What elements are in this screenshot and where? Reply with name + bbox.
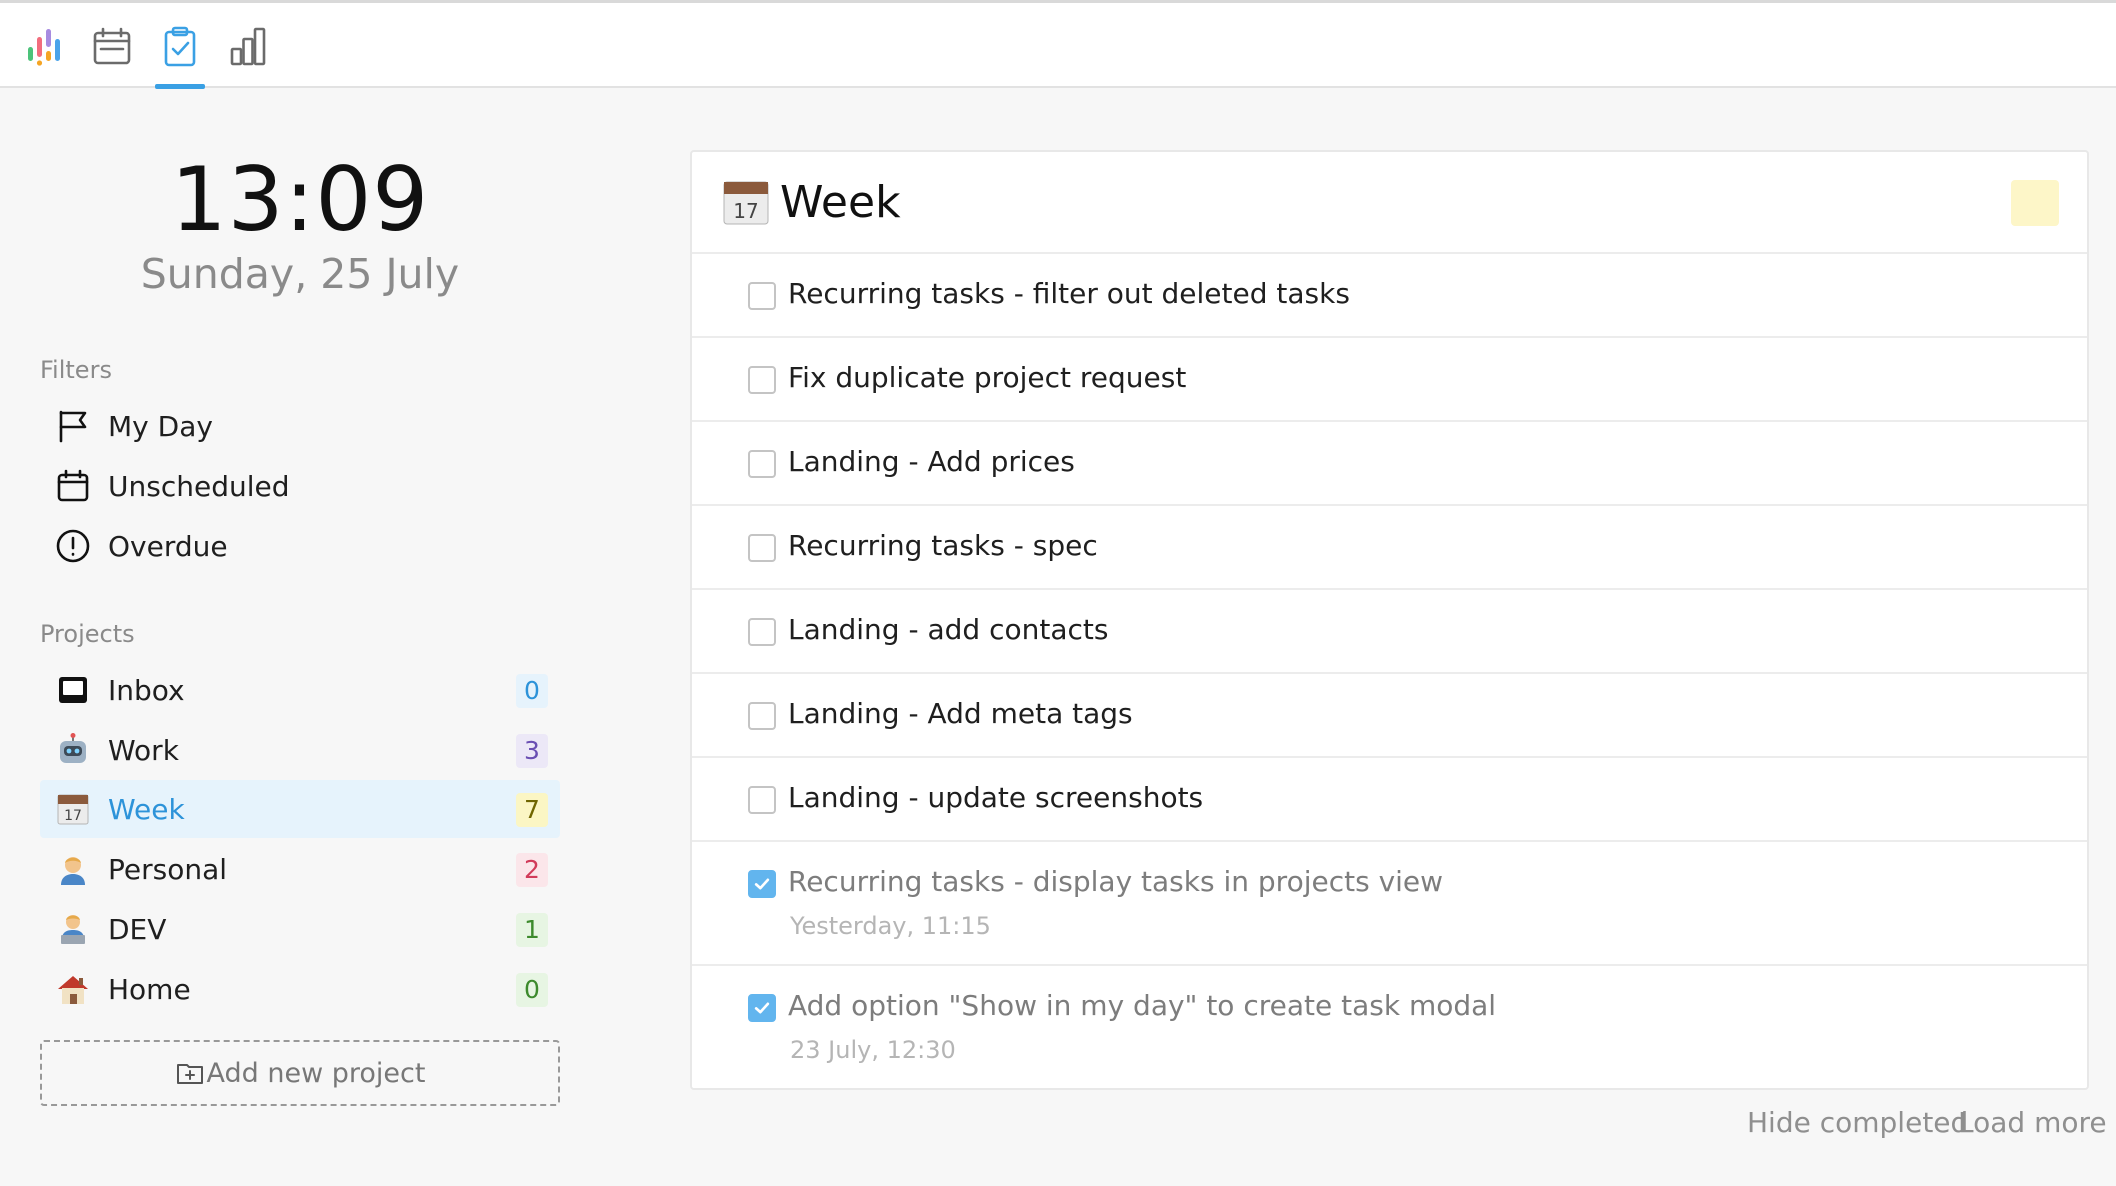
project-label: Personal (108, 852, 228, 886)
stats-bar-chart-icon[interactable] (220, 19, 276, 75)
task-checkbox[interactable] (748, 450, 776, 478)
task-title[interactable]: Add option "Show in my day" to create ta… (788, 989, 1496, 1022)
filter-label: Overdue (108, 529, 228, 563)
house-emoji-icon (53, 969, 93, 1009)
task-title[interactable]: Landing - Add meta tags (788, 697, 1133, 730)
clock-time: 13:09 (170, 148, 430, 251)
task-checkbox[interactable] (748, 282, 776, 310)
task-checkbox[interactable] (748, 366, 776, 394)
task-title[interactable]: Fix duplicate project request (788, 361, 1186, 394)
load-more-link[interactable]: Load more (1958, 1106, 2107, 1139)
task-row-completed[interactable]: Recurring tasks - display tasks in proje… (692, 842, 2087, 966)
task-row[interactable]: Recurring tasks - filter out deleted tas… (692, 254, 2087, 338)
hide-completed-link[interactable]: Hide completed (1747, 1106, 1968, 1139)
project-label: Week (108, 792, 185, 826)
calendar-emoji-icon: 17 (723, 181, 769, 225)
person-emoji-icon (53, 849, 93, 889)
project-count-badge: 1 (516, 913, 548, 947)
task-row[interactable]: Landing - add contacts (692, 590, 2087, 674)
task-row[interactable]: Landing - update screenshots (692, 758, 2087, 842)
sidebar-item-home[interactable]: Home 0 (40, 960, 560, 1018)
check-icon (754, 878, 770, 890)
panel-header: 17 Week (692, 152, 2087, 254)
task-row[interactable]: Landing - Add prices (692, 422, 2087, 506)
task-list-panel: 17 Week Recurring tasks - filter out del… (690, 150, 2089, 1090)
project-label: Work (108, 733, 179, 767)
task-title[interactable]: Recurring tasks - display tasks in proje… (788, 865, 1443, 898)
sidebar-item-dev[interactable]: DEV 1 (40, 900, 560, 958)
task-completed-time: 23 July, 12:30 (790, 1036, 956, 1064)
sidebar-item-inbox[interactable]: Inbox 0 (40, 661, 560, 719)
project-color-swatch[interactable] (2011, 180, 2059, 226)
task-title[interactable]: Landing - update screenshots (788, 781, 1203, 814)
filter-unscheduled[interactable]: Unscheduled (40, 457, 560, 515)
folder-plus-icon (176, 1064, 203, 1084)
task-checkbox-checked[interactable] (748, 870, 776, 898)
active-tab-indicator (155, 84, 205, 89)
robot-emoji-icon (53, 730, 93, 770)
filter-my-day[interactable]: My Day (40, 397, 560, 455)
sidebar-item-week[interactable]: 17 Week 7 (40, 780, 560, 838)
task-row[interactable]: Fix duplicate project request (692, 338, 2087, 422)
task-row[interactable]: Recurring tasks - spec (692, 506, 2087, 590)
task-title[interactable]: Recurring tasks - filter out deleted tas… (788, 277, 1350, 310)
app-logo-icon[interactable] (16, 19, 72, 75)
project-label: DEV (108, 912, 167, 946)
add-project-label: Add new project (206, 1057, 426, 1089)
task-title[interactable]: Recurring tasks - spec (788, 529, 1098, 562)
task-row-completed[interactable]: Add option "Show in my day" to create ta… (692, 966, 2087, 1090)
sidebar-item-work[interactable]: Work 3 (40, 721, 560, 779)
project-count-badge: 0 (516, 973, 548, 1007)
filter-label: Unscheduled (108, 469, 290, 503)
inbox-icon (53, 670, 93, 710)
top-toolbar (0, 0, 2116, 89)
calendar-icon[interactable] (84, 19, 140, 75)
project-count-badge: 2 (516, 853, 548, 887)
filter-label: My Day (108, 409, 213, 443)
calendar-icon (53, 466, 93, 506)
alert-circle-icon (53, 526, 93, 566)
filter-overdue[interactable]: Overdue (40, 517, 560, 575)
task-completed-time: Yesterday, 11:15 (790, 912, 991, 940)
check-icon (754, 1002, 770, 1014)
projects-heading: Projects (40, 620, 135, 648)
svg-text:17: 17 (64, 808, 82, 824)
task-title[interactable]: Landing - Add prices (788, 445, 1075, 478)
filters-heading: Filters (40, 356, 112, 384)
task-checkbox[interactable] (748, 534, 776, 562)
project-label: Home (108, 972, 191, 1006)
task-checkbox-checked[interactable] (748, 994, 776, 1022)
flag-icon (53, 406, 93, 446)
current-date: Sunday, 25 July (140, 250, 460, 298)
page-title: Week (780, 176, 901, 228)
task-row[interactable]: Landing - Add meta tags (692, 674, 2087, 758)
add-project-button[interactable]: Add new project (40, 1040, 560, 1106)
task-checkbox[interactable] (748, 702, 776, 730)
sidebar-item-personal[interactable]: Personal 2 (40, 840, 560, 898)
project-count-badge: 0 (516, 674, 548, 708)
tasks-clipboard-icon[interactable] (152, 19, 208, 75)
project-count-badge: 7 (516, 793, 548, 827)
svg-text:17: 17 (733, 199, 758, 223)
calendar-emoji-icon: 17 (53, 789, 93, 829)
project-label: Inbox (108, 673, 185, 707)
task-title[interactable]: Landing - add contacts (788, 613, 1108, 646)
task-checkbox[interactable] (748, 618, 776, 646)
project-count-badge: 3 (516, 734, 548, 768)
task-checkbox[interactable] (748, 786, 776, 814)
technologist-emoji-icon (53, 909, 93, 949)
